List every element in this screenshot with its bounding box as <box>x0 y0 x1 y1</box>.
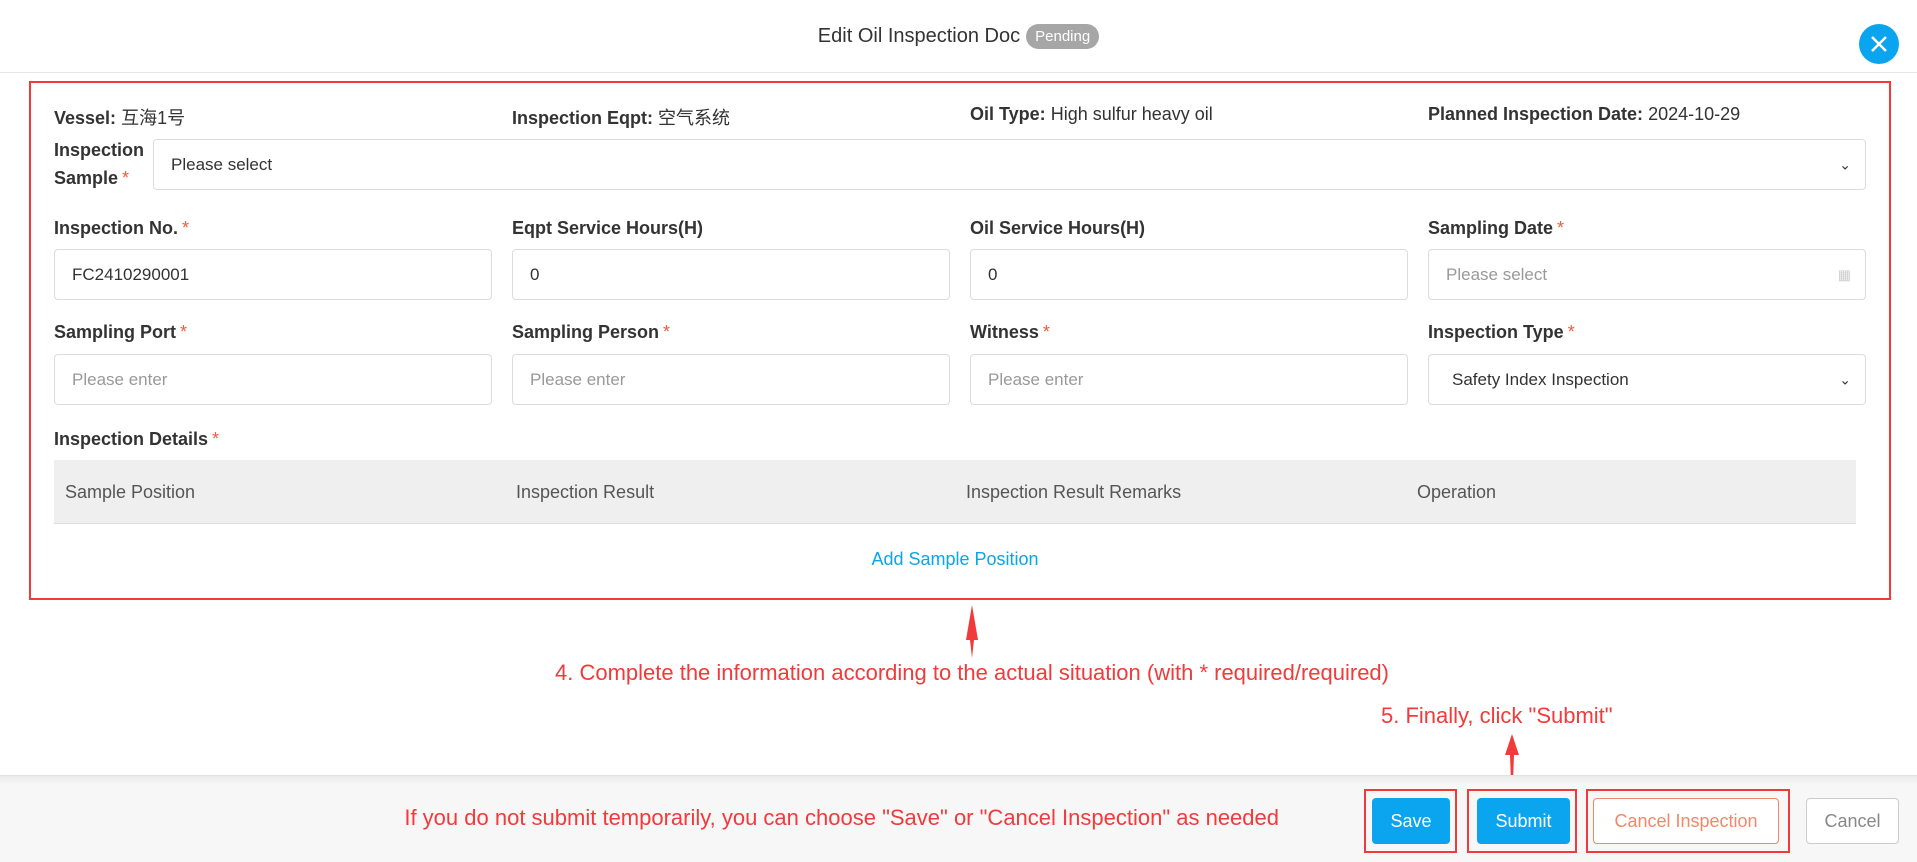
annotation-step4: 4. Complete the information according to… <box>554 660 1389 685</box>
arrow-down <box>966 605 978 658</box>
cancel-inspection-button[interactable]: Cancel Inspection <box>1593 798 1779 844</box>
submit-button[interactable]: Submit <box>1477 798 1570 844</box>
save-button[interactable]: Save <box>1372 798 1450 844</box>
annotation-arrows <box>966 605 1519 828</box>
annotation-step5: 5. Finally, click "Submit" <box>1381 703 1613 728</box>
cancel-button[interactable]: Cancel <box>1806 798 1899 844</box>
annotation-note: If you do not submit temporarily, you ca… <box>404 805 1279 830</box>
